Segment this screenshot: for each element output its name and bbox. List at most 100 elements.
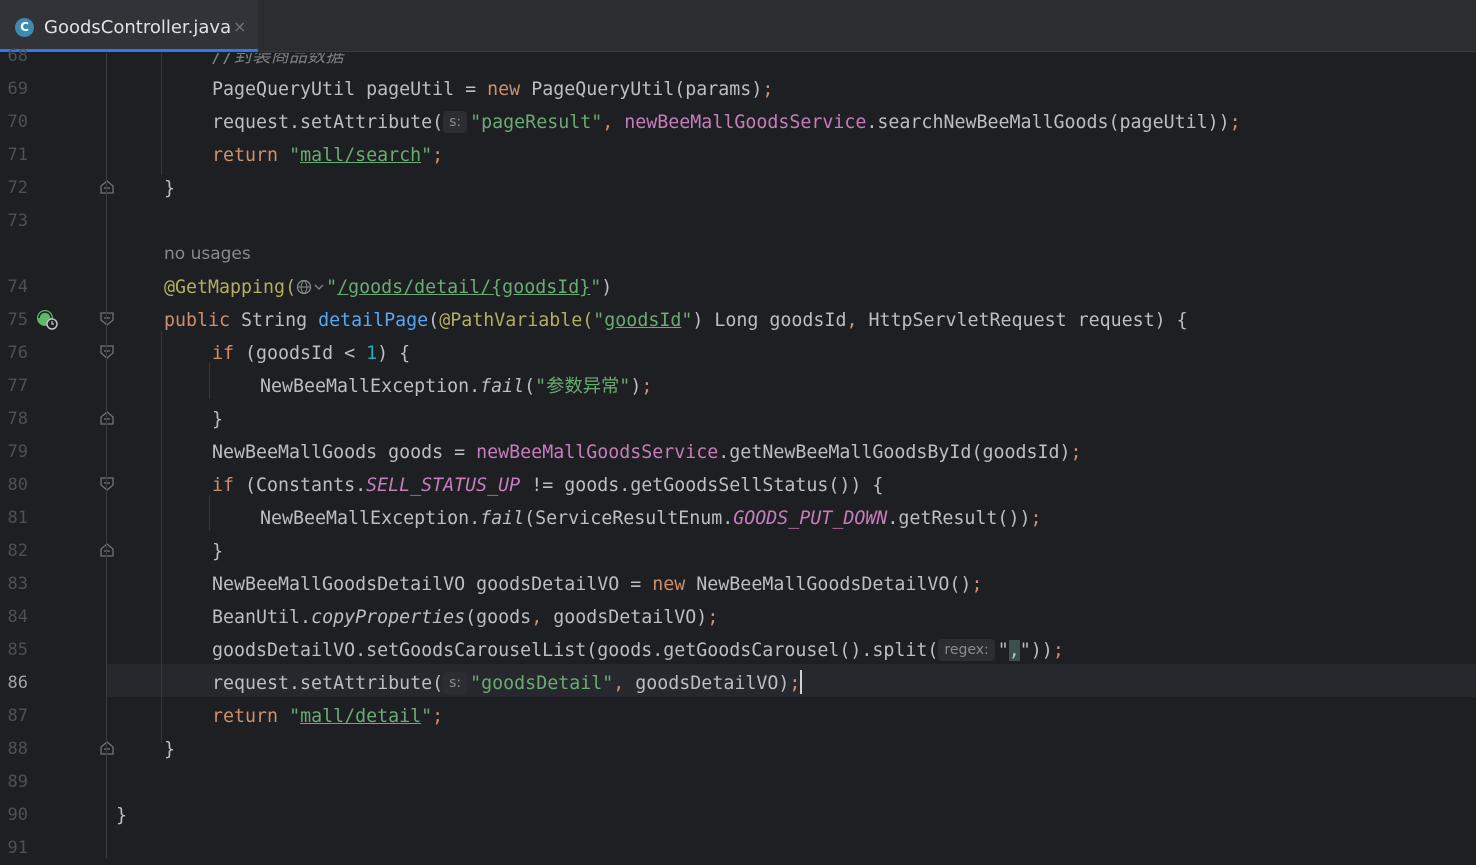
endpoint-run-icon[interactable] (36, 309, 60, 331)
line-number: 68 (7, 46, 28, 66)
keyword-token: new (652, 574, 686, 595)
code-token: NewBeeMallGoodsDetailVO() (685, 574, 972, 595)
constant-token: SELL_STATUS_UP (366, 475, 521, 496)
semicolon-token: ; (707, 607, 719, 628)
semicolon-token: ; (789, 673, 801, 694)
field-token: newBeeMallGoodsService (624, 112, 867, 133)
semicolon-token: ; (1229, 112, 1241, 133)
globe-chevron-icon[interactable] (296, 279, 326, 295)
line-number-current: 86 (7, 673, 28, 693)
code-line-69: PageQueryUtil pageUtil = new PageQueryUt… (212, 73, 773, 106)
path-variable-link[interactable]: goodsId (604, 310, 681, 331)
code-token: HttpServletRequest request) { (857, 310, 1188, 331)
code-token: goodsDetailVO) (624, 673, 790, 694)
code-token: ")) (1019, 640, 1053, 661)
view-path-link[interactable]: mall/search (300, 145, 421, 166)
code-line-83: NewBeeMallGoodsDetailVO goodsDetailVO = … (212, 568, 982, 601)
string-quote: " (289, 706, 301, 727)
static-method-token: fail (480, 508, 525, 529)
brace-token: } (164, 739, 176, 760)
keyword-token: return (212, 145, 279, 166)
code-token: request.setAttribute( (212, 112, 444, 133)
string-quote: " (421, 145, 433, 166)
code-token: NewBeeMallException. (260, 508, 481, 529)
line-number: 83 (7, 574, 28, 594)
code-token: .getResult()) (887, 508, 1031, 529)
close-tab-icon[interactable]: × (233, 17, 246, 36)
java-class-icon: C (15, 18, 34, 37)
code-token: NewBeeMallGoodsDetailVO goodsDetailVO = (212, 574, 653, 595)
code-token: (goodsId < (234, 343, 367, 364)
string-quote: " (326, 277, 338, 298)
keyword-token: if (212, 475, 235, 496)
semicolon-token: ; (762, 79, 774, 100)
indent-guide (161, 53, 162, 175)
code-token: NewBeeMallException. (260, 376, 481, 397)
parameter-hint: s: (443, 672, 468, 694)
line-number: 79 (7, 442, 28, 462)
parameter-hint: regex: (938, 639, 995, 661)
string-token: "pageResult" (470, 112, 603, 133)
code-line-76: if (goodsId < 1) { (212, 337, 410, 370)
line-number: 80 (7, 475, 28, 495)
semicolon-token: ; (641, 376, 653, 397)
line-number: 85 (7, 640, 28, 660)
semicolon-token: ; (432, 706, 444, 727)
parameter-hint: s: (443, 111, 468, 133)
code-token: BeanUtil. (212, 607, 312, 628)
keyword-token: return (212, 706, 279, 727)
highlighted-comma-token: , (1008, 640, 1020, 661)
string-quote: " (681, 310, 693, 331)
string-quote: " (289, 145, 301, 166)
keyword-token: if (212, 343, 235, 364)
code-token: NewBeeMallGoods goods = (212, 442, 477, 463)
string-quote: " (421, 706, 433, 727)
method-name-token: detailPage (318, 310, 429, 331)
code-token: (ServiceResultEnum. (524, 508, 734, 529)
semicolon-token: ; (971, 574, 983, 595)
comma-token: , (602, 112, 614, 133)
code-line-84: BeanUtil.copyProperties(goods, goodsDeta… (212, 601, 718, 634)
line-number: 87 (7, 706, 28, 726)
code-line-68: //封装商品数据 (212, 53, 344, 73)
code-token: PageQueryUtil pageUtil = (212, 79, 488, 100)
comma-token: , (613, 673, 625, 694)
code-token: goodsDetailVO) (542, 607, 708, 628)
code-line-80: if (Constants.SELL_STATUS_UP != goods.ge… (212, 469, 883, 502)
line-number: 84 (7, 607, 28, 627)
line-number: 71 (7, 145, 28, 165)
static-method-token: copyProperties (311, 607, 466, 628)
semicolon-token: ; (1052, 640, 1064, 661)
code-line-90: } (116, 799, 127, 832)
line-number: 82 (7, 541, 28, 561)
indent-guide (161, 331, 162, 743)
url-path-link[interactable]: /goods/detail/{goodsId} (337, 277, 590, 298)
code-line-81: NewBeeMallException.fail(ServiceResultEn… (260, 502, 1041, 535)
brace-token: } (164, 178, 176, 199)
line-number: 70 (7, 112, 28, 132)
no-usages-hint[interactable]: no usages (164, 238, 251, 271)
brace-token: } (212, 541, 224, 562)
number-token: 1 (366, 343, 378, 364)
view-path-link[interactable]: mall/detail (300, 706, 421, 727)
code-line-78: } (212, 403, 223, 436)
line-number: 89 (7, 772, 28, 792)
line-number: 72 (7, 178, 28, 198)
code-token: ) { (377, 343, 411, 364)
code-token: goodsDetailVO.setGoodsCarouselList(goods… (212, 640, 939, 661)
semicolon-token: ; (432, 145, 444, 166)
code-editor[interactable]: //封装商品数据 PageQueryUtil pageUtil = new Pa… (107, 53, 1476, 858)
code-token: (goods (465, 607, 532, 628)
code-token: ) Long goodsId (692, 310, 847, 331)
line-number: 81 (7, 508, 28, 528)
code-token: .searchNewBeeMallGoods(pageUtil)) (866, 112, 1230, 133)
string-quote: " (997, 640, 1009, 661)
field-token: newBeeMallGoodsService (476, 442, 719, 463)
annotation-token: @GetMapping( (164, 277, 297, 298)
code-line-71: return "mall/search"; (212, 139, 443, 172)
code-token: PageQueryUtil(params) (520, 79, 763, 100)
code-line-77: NewBeeMallException.fail("参数异常"); (260, 376, 653, 397)
line-number: 77 (7, 376, 28, 396)
brace-token: } (212, 409, 224, 430)
editor-tab[interactable]: C GoodsController.java × (0, 0, 258, 52)
